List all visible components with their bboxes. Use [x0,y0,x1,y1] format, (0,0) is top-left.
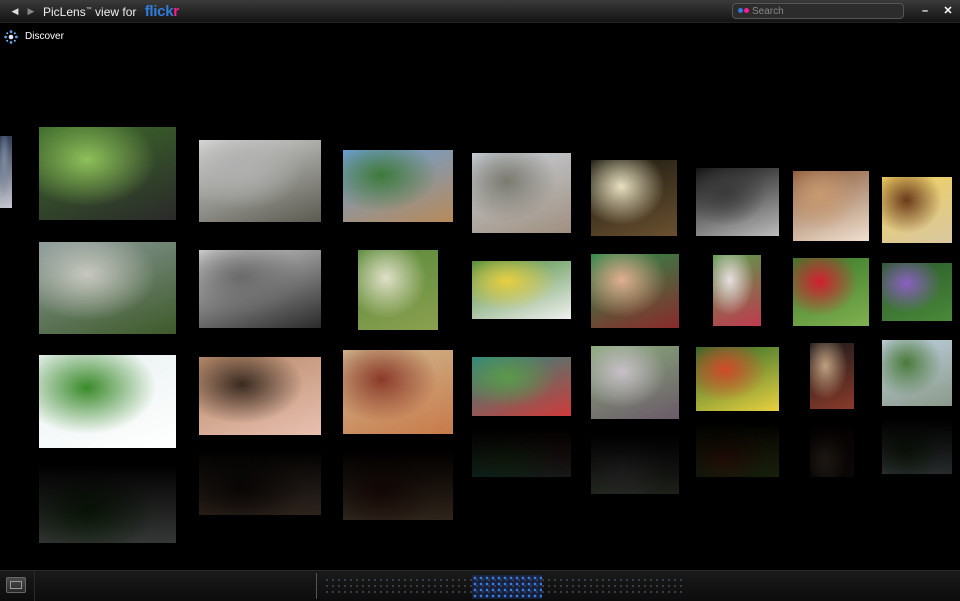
plant-leaves-photo[interactable] [39,127,176,220]
tile-reflection [472,418,571,477]
fullscreen-icon[interactable] [6,577,26,593]
garden-kids-photo[interactable] [713,255,761,326]
dandelion-photo[interactable] [591,160,677,236]
family-couch-photo[interactable] [199,357,321,435]
tree-house-photo[interactable] [343,150,453,222]
brightness-icon-photo[interactable] [199,140,321,222]
star-flower-photo[interactable] [358,250,438,330]
tile-reflection [591,421,679,494]
view-for-label: view for [95,5,137,19]
tile-reflection [199,437,321,515]
tile-reflection [39,450,176,543]
mushroom-photo[interactable] [793,171,869,241]
partial-tile-left[interactable] [0,136,12,208]
kid-pond-photo[interactable] [472,357,571,416]
jewelry-photo[interactable] [810,343,854,409]
close-icon[interactable]: ✕ [941,4,955,18]
chairs-photo[interactable] [199,250,321,328]
lavender-photo[interactable] [882,263,952,321]
scrubber-edge [316,573,317,599]
discover-label: Discover [25,31,64,42]
construction-site-photo[interactable] [472,153,571,233]
two-girls-photo[interactable] [591,254,679,328]
tile-reflection [696,413,779,477]
dark-object-photo[interactable] [696,168,779,236]
dill-plant-photo[interactable] [882,340,952,406]
scrubber-thumb[interactable] [472,575,542,599]
trademark: ™ [85,7,92,13]
triangle-right-icon[interactable]: ▶ [24,4,38,18]
discover-star-icon [4,30,18,44]
doghouse-photo[interactable] [343,350,453,434]
wall-scrubber[interactable] [316,573,696,599]
app-title: PicLens™ view for flickr [43,3,179,20]
photo-wall [0,0,960,570]
title-bar: ◀ ▶ PicLens™ view for flickr – ✕ [0,0,960,23]
tile-reflection [810,411,854,477]
raspberry-photo[interactable] [793,258,869,326]
tile-reflection [343,436,453,520]
wallet-photo[interactable] [882,177,952,243]
tile-reflection [882,408,952,474]
garden-statue-photo[interactable] [591,346,679,419]
flower-bush-photo[interactable] [696,347,779,411]
search-box[interactable] [732,3,904,19]
app-name: PicLens [43,5,86,19]
golf-ball-photo[interactable] [39,355,176,448]
wildflowers-photo[interactable] [472,261,571,319]
flickr-dots-icon [738,8,750,14]
triangle-left-icon[interactable]: ◀ [8,4,22,18]
curved-road-photo[interactable] [39,242,176,334]
search-input[interactable] [752,4,898,18]
flickr-logo: flickr [144,3,179,20]
bottom-bar [0,570,960,601]
divider [34,571,35,601]
minimize-icon[interactable]: – [918,4,932,18]
